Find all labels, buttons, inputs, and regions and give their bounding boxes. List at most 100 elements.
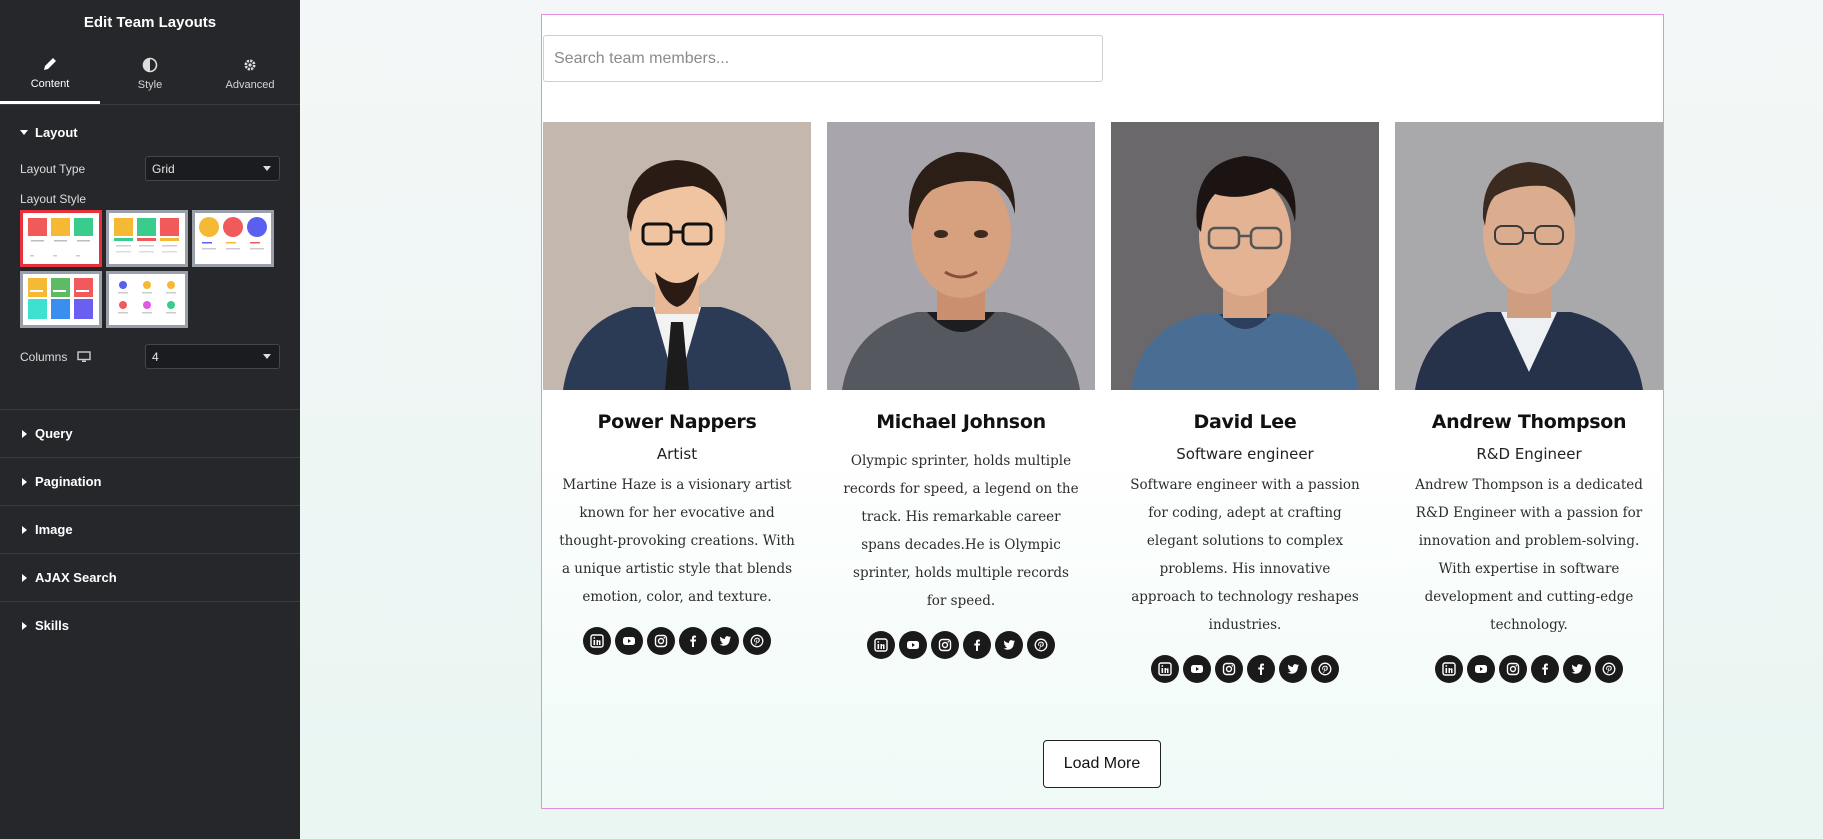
pinterest-icon[interactable] (1027, 631, 1055, 659)
member-name[interactable]: Andrew Thompson (1395, 411, 1663, 433)
columns-select[interactable]: 4 (145, 344, 280, 369)
caret-right-icon (22, 525, 27, 534)
member-bio: Olympic sprinter, holds multiple records… (843, 453, 1079, 609)
member-name[interactable]: David Lee (1111, 411, 1379, 433)
section-skills-title: Skills (35, 618, 69, 633)
layout-style-preview (118, 281, 176, 314)
facebook-icon[interactable] (1247, 655, 1275, 683)
layout-style-option-2[interactable] (106, 210, 188, 267)
twitter-icon[interactable] (995, 631, 1023, 659)
instagram-icon[interactable] (1215, 655, 1243, 683)
layout-type-value: Grid (152, 161, 175, 176)
layout-style-picker (20, 210, 280, 328)
member-bio: Software engineer with a passion for cod… (1130, 477, 1360, 633)
linkedin-icon[interactable] (1151, 655, 1179, 683)
caret-right-icon (22, 621, 27, 630)
columns-label: Columns (20, 349, 68, 364)
tab-style[interactable]: Style (100, 44, 200, 104)
layout-type-select[interactable]: Grid (145, 156, 280, 181)
member-role: Artist (656, 445, 698, 463)
caret-right-icon (22, 429, 27, 438)
social-links (1111, 655, 1379, 683)
youtube-icon[interactable] (899, 631, 927, 659)
member-bio: Andrew Thompson is a dedicated R&D Engin… (1415, 477, 1643, 633)
youtube-icon[interactable] (615, 627, 643, 655)
instagram-icon[interactable] (1499, 655, 1527, 683)
layout-style-preview (28, 218, 93, 257)
layout-section-title: Layout (35, 125, 78, 140)
linkedin-icon[interactable] (867, 631, 895, 659)
section-pagination[interactable]: Pagination (0, 457, 300, 505)
instagram-icon[interactable] (647, 627, 675, 655)
caret-down-icon (20, 130, 28, 135)
member-role: R&D Engineer (1476, 445, 1582, 463)
tab-style-label: Style (137, 79, 163, 91)
caret-right-icon (22, 477, 27, 486)
member-photo[interactable] (827, 122, 1095, 390)
gear-icon (244, 59, 256, 71)
facebook-icon[interactable] (963, 631, 991, 659)
layout-style-preview (199, 217, 267, 250)
pinterest-icon[interactable] (1595, 655, 1623, 683)
team-card: David Lee Software engineer Software eng… (1111, 122, 1379, 683)
section-ajax-search-title: AJAX Search (35, 570, 117, 585)
twitter-icon[interactable] (711, 627, 739, 655)
desktop-icon[interactable] (77, 350, 92, 363)
tab-content-label: Content (30, 77, 70, 90)
facebook-icon[interactable] (679, 627, 707, 655)
twitter-icon[interactable] (1563, 655, 1591, 683)
layout-style-label: Layout Style (20, 192, 87, 206)
load-more-button[interactable]: Load More (1043, 740, 1161, 788)
member-photo[interactable] (1395, 122, 1663, 390)
team-widget[interactable]: Power Nappers Artist Martine Haze is a v… (541, 14, 1664, 809)
layout-style-option-3[interactable] (192, 210, 274, 267)
section-image-title: Image (35, 522, 73, 537)
panel-tabs: Content Style Advanced (0, 44, 300, 105)
member-name[interactable]: Michael Johnson (827, 411, 1095, 433)
chevron-down-icon (263, 166, 271, 171)
layout-style-preview (28, 278, 93, 319)
half-circle-icon (142, 57, 158, 73)
twitter-icon[interactable] (1279, 655, 1307, 683)
layout-type-label: Layout Type (20, 161, 86, 176)
member-name[interactable]: Power Nappers (543, 411, 811, 433)
tab-advanced-label: Advanced (225, 79, 275, 91)
pinterest-icon[interactable] (1311, 655, 1339, 683)
social-links (1395, 655, 1663, 683)
linkedin-icon[interactable] (1435, 655, 1463, 683)
instagram-icon[interactable] (931, 631, 959, 659)
tab-advanced[interactable]: Advanced (200, 44, 300, 104)
social-links (827, 631, 1095, 659)
tab-content[interactable]: Content (0, 44, 100, 104)
section-image[interactable]: Image (0, 505, 300, 553)
editor-sidebar: Edit Team Layouts Content Style Advanced… (0, 0, 300, 839)
layout-style-option-4[interactable] (20, 271, 102, 328)
youtube-icon[interactable] (1183, 655, 1211, 683)
team-card: Power Nappers Artist Martine Haze is a v… (543, 122, 811, 655)
member-photo[interactable] (1111, 122, 1379, 390)
caret-right-icon (22, 573, 27, 582)
linkedin-icon[interactable] (583, 627, 611, 655)
social-links (543, 627, 811, 655)
layout-style-option-1[interactable] (20, 210, 102, 267)
chevron-down-icon (263, 354, 271, 359)
member-role: Software engineer (1176, 445, 1314, 463)
section-ajax-search[interactable]: AJAX Search (0, 553, 300, 601)
member-bio: Martine Haze is a visionary artist known… (559, 477, 795, 605)
youtube-icon[interactable] (1467, 655, 1495, 683)
section-query-title: Query (35, 426, 73, 441)
section-query[interactable]: Query (0, 409, 300, 457)
pencil-icon (44, 57, 56, 70)
facebook-icon[interactable] (1531, 655, 1559, 683)
section-pagination-title: Pagination (35, 474, 102, 489)
section-skills[interactable]: Skills (0, 601, 300, 649)
member-photo[interactable] (543, 122, 811, 390)
team-card: Andrew Thompson R&D Engineer Andrew Thom… (1395, 122, 1663, 683)
pinterest-icon[interactable] (743, 627, 771, 655)
search-input[interactable] (543, 35, 1103, 82)
layout-section-header[interactable]: Layout (20, 105, 280, 160)
layout-style-option-5[interactable] (106, 271, 188, 328)
columns-label-group: Columns (20, 349, 92, 364)
layout-type-row: Layout Type Grid (20, 156, 280, 181)
columns-value: 4 (152, 349, 159, 364)
